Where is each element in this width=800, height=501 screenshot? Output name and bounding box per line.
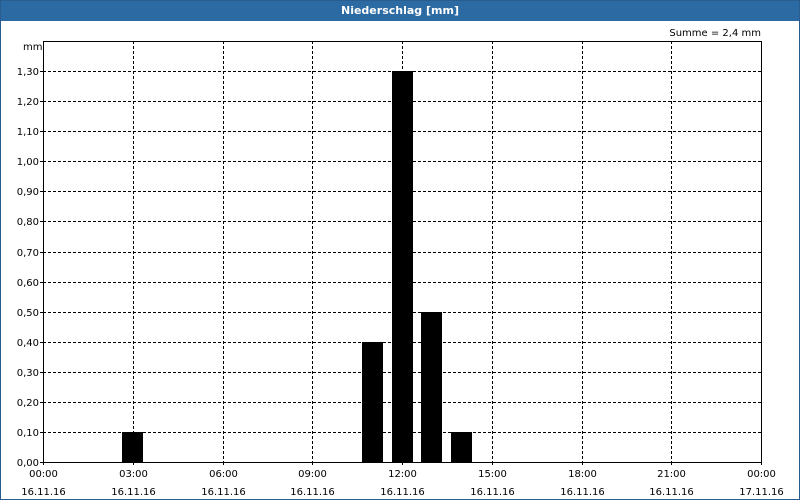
- y-tick-label: 0,80: [17, 217, 39, 228]
- precipitation-bar: [421, 312, 442, 462]
- sum-annotation: Summe = 2,4 mm: [669, 28, 761, 39]
- y-axis-unit: mm: [23, 42, 42, 53]
- x-tick-date: 16.11.16: [201, 487, 246, 498]
- y-tick-label: 0,50: [17, 308, 39, 319]
- y-tick-labels: 0,00 0,10 0,20 0,30 0,40 0,50 0,60 0,70 0,80 0,90…: [17, 67, 43, 469]
- x-tick-date: 16.11.16: [560, 487, 605, 498]
- precipitation-bar: [392, 71, 413, 462]
- x-tick-date: 16.11.16: [290, 487, 335, 498]
- y-tick-label: 0,60: [17, 278, 39, 289]
- x-tick-time: 09:00: [298, 469, 327, 480]
- x-tick-time: 00:00: [747, 469, 776, 480]
- y-tick-label: 0,30: [17, 368, 39, 379]
- y-tick-label: 0,40: [17, 338, 39, 349]
- x-tick-labels: 00:00 16.11.16 03:00 16.11.16 06:00 16.11.16 0…: [21, 462, 784, 498]
- chart-window: Niederschlag [mm] 0,00 0,10 0,20 0,30 0,40 0,…: [0, 0, 800, 500]
- y-tick-label: 1,10: [17, 127, 39, 138]
- y-tick-label: 0,70: [17, 248, 39, 259]
- x-tick-time: 21:00: [657, 469, 686, 480]
- bars-group: [122, 71, 472, 462]
- precipitation-bar: [451, 432, 472, 462]
- x-tick-time: 00:00: [29, 469, 58, 480]
- y-tick-label: 0,10: [17, 428, 39, 439]
- x-tick-date: 16.11.16: [649, 487, 694, 498]
- y-tick-label: 1,30: [17, 67, 39, 78]
- precipitation-bar: [122, 432, 143, 462]
- y-tick-label: 1,20: [17, 97, 39, 108]
- x-tick-date: 16.11.16: [380, 487, 425, 498]
- x-tick-date: 16.11.16: [470, 487, 515, 498]
- x-tick-time: 15:00: [478, 469, 507, 480]
- y-tick-label: 0,00: [17, 458, 39, 469]
- x-tick-time: 12:00: [388, 469, 417, 480]
- x-tick-time: 18:00: [568, 469, 597, 480]
- y-tick-label: 1,00: [17, 157, 39, 168]
- x-tick-date: 16.11.16: [21, 487, 66, 498]
- x-tick-time: 06:00: [209, 469, 238, 480]
- x-tick-date: 16.11.16: [111, 487, 156, 498]
- y-tick-label: 0,20: [17, 398, 39, 409]
- precipitation-bar: [362, 342, 383, 462]
- x-tick-date: 17.11.16: [739, 487, 784, 498]
- x-tick-time: 03:00: [119, 469, 148, 480]
- y-tick-label: 0,90: [17, 187, 39, 198]
- precipitation-chart: 0,00 0,10 0,20 0,30 0,40 0,50 0,60 0,70 0,80 0,90…: [17, 28, 784, 498]
